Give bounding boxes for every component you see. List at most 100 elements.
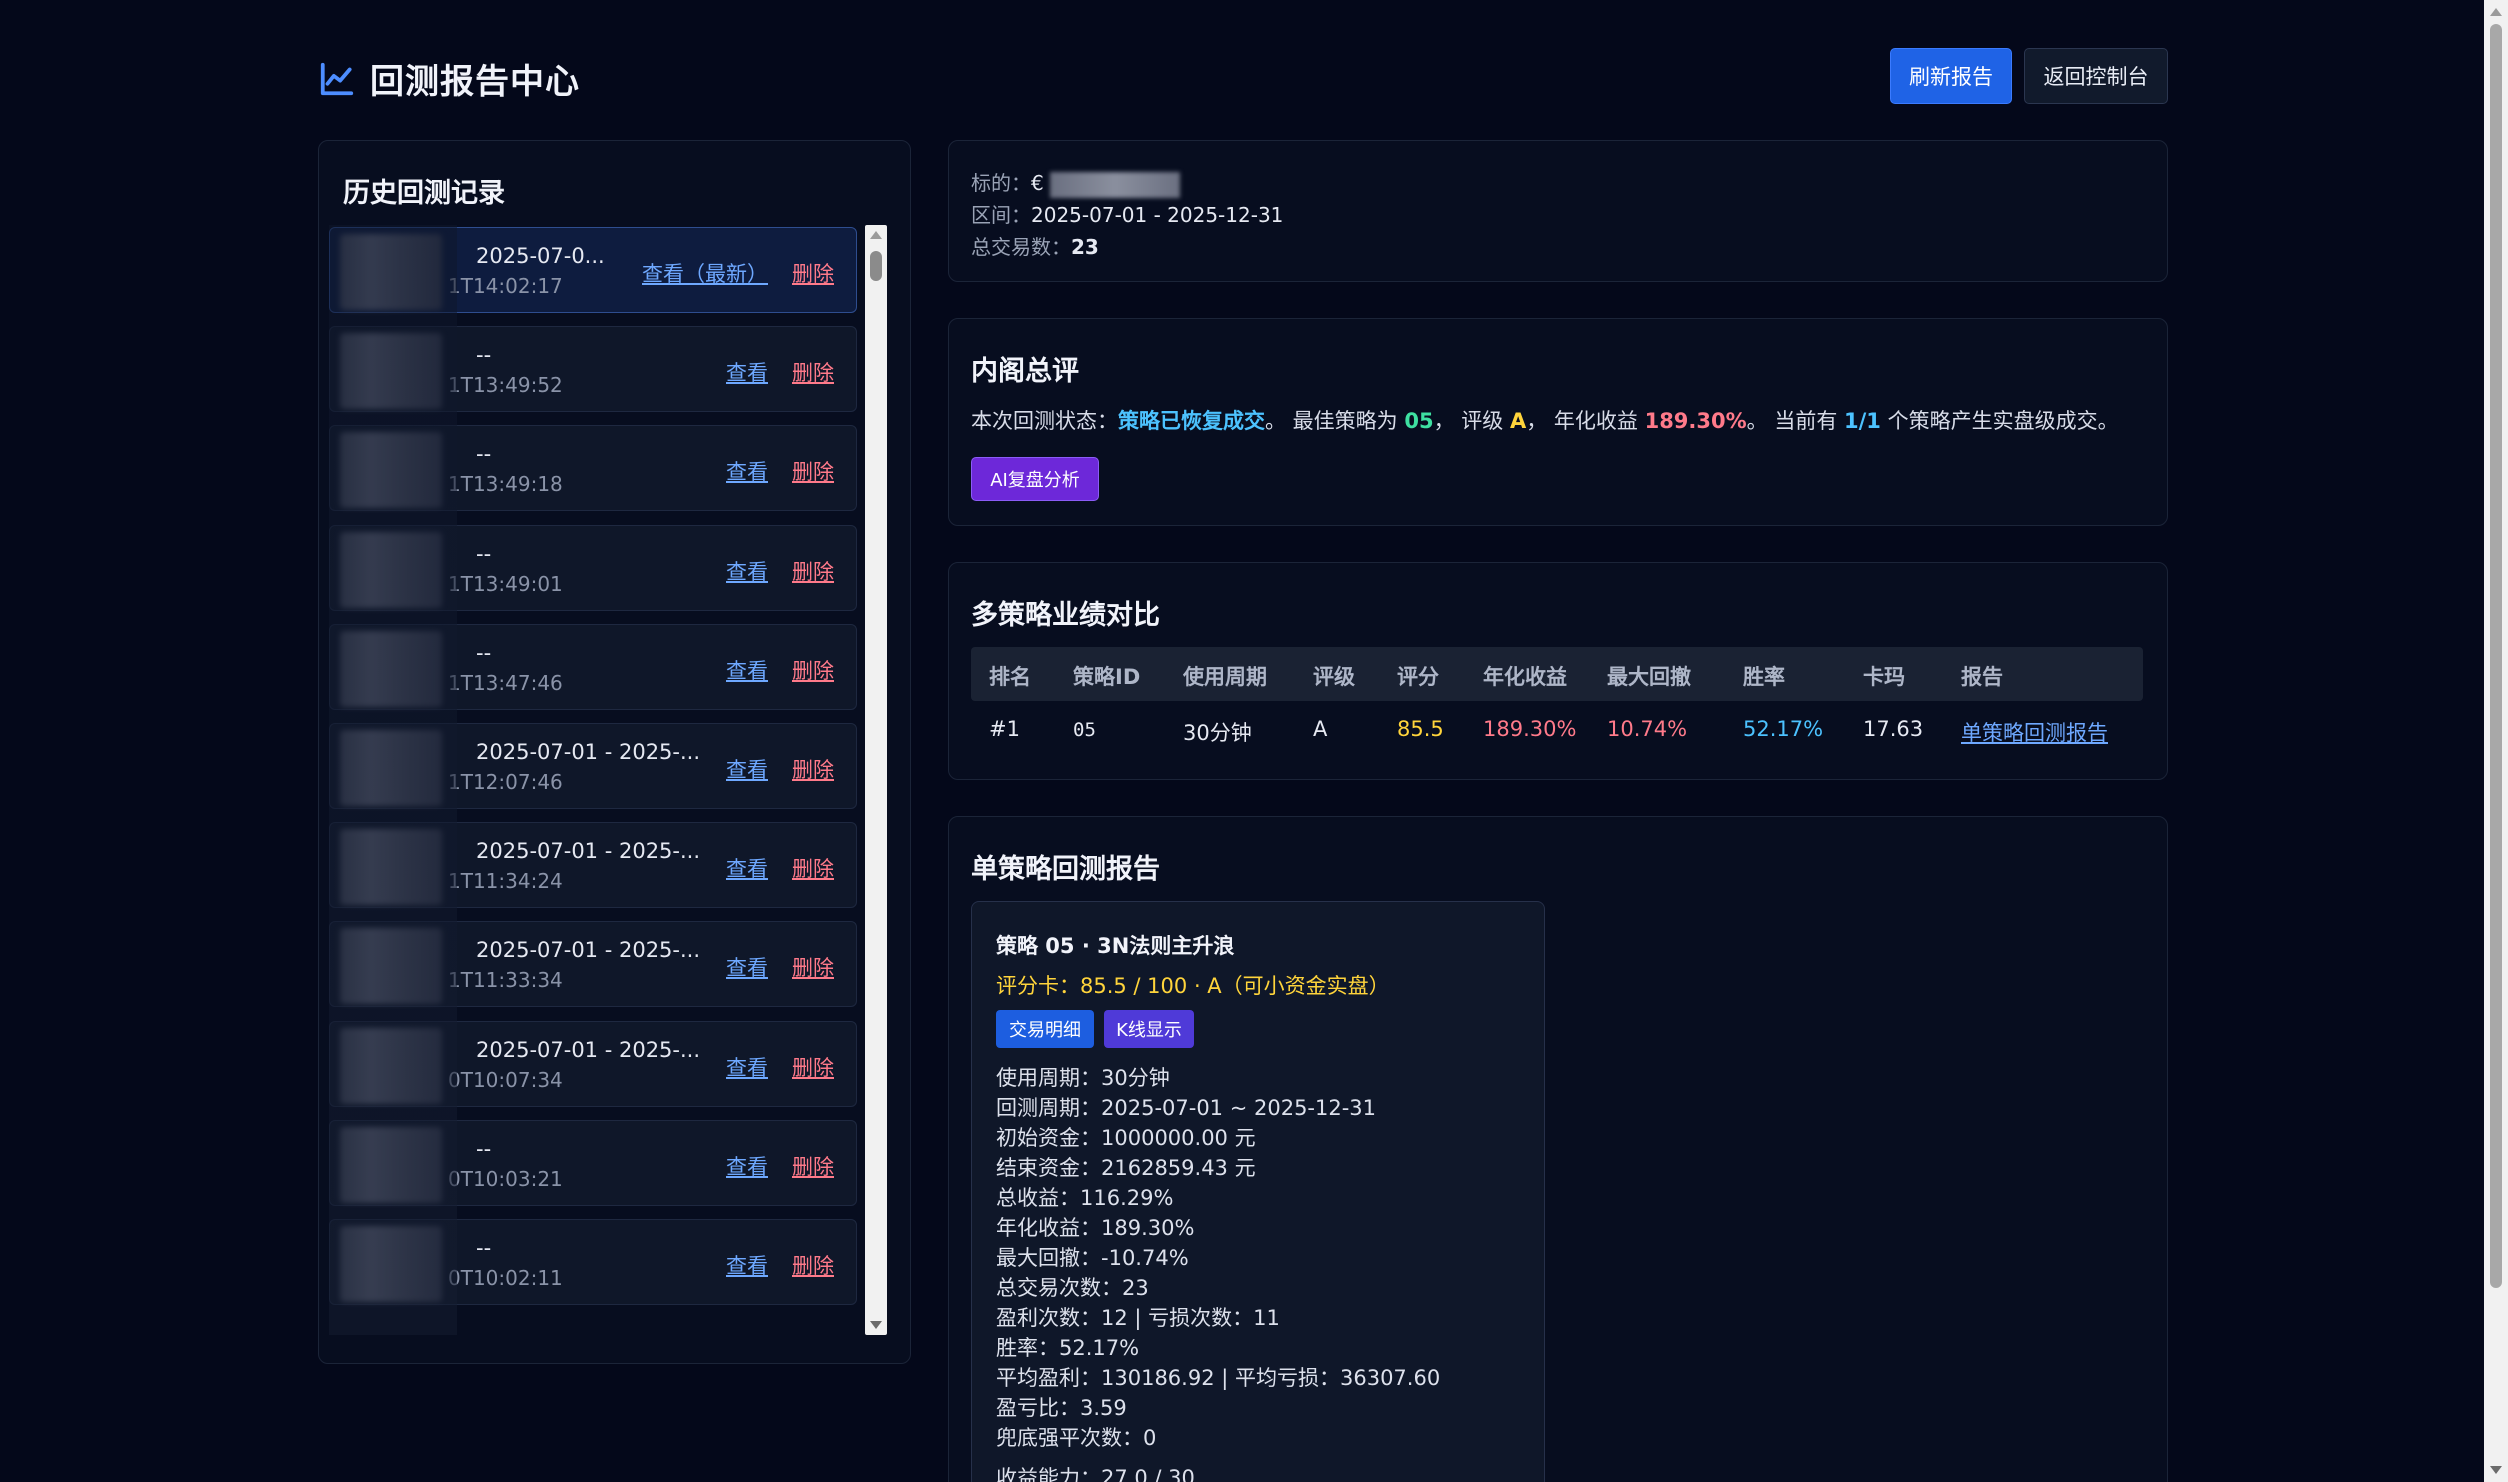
history-item[interactable]: -- 0T10:02:11 查看 删除 bbox=[329, 1219, 857, 1305]
history-item-time: 1T11:33:34 bbox=[448, 968, 563, 993]
redacted-thumbnail bbox=[340, 1226, 442, 1302]
delete-link[interactable]: 删除 bbox=[792, 258, 834, 288]
history-title: 历史回测记录 bbox=[343, 178, 505, 209]
detail-line: 收益能力：27.0 / 30 bbox=[996, 1466, 1195, 1482]
detail-line: 初始资金：1000000.00 元 bbox=[996, 1126, 1256, 1150]
history-panel: 历史回测记录 2025-07-0... 1T14:02:17 查看（最新） 删除 -- 1… bbox=[318, 140, 911, 1364]
redacted-thumbnail bbox=[340, 234, 442, 310]
history-item-time: 1T13:49:18 bbox=[448, 472, 563, 497]
summary-count: 1/1 bbox=[1844, 409, 1881, 433]
td-winrate: 52.17% bbox=[1743, 717, 1824, 741]
refresh-report-button[interactable]: 刷新报告 bbox=[1890, 48, 2012, 104]
history-item-range: 2025-07-01 - 2025-... bbox=[476, 938, 701, 963]
history-item[interactable]: 2025-07-01 - 2025-... 1T11:34:24 查看 删除 bbox=[329, 822, 857, 909]
summary-text: 本次回测状态：策略已恢复成交。 最佳策略为 05， 评级 A， 年化收益 189… bbox=[971, 405, 2119, 435]
delete-link[interactable]: 删除 bbox=[792, 952, 834, 982]
range-row: 区间：2025-07-01 - 2025-12-31 bbox=[971, 199, 1283, 228]
history-item-range: 2025-07-01 - 2025-... bbox=[476, 839, 701, 864]
delete-link[interactable]: 删除 bbox=[792, 1151, 834, 1181]
ai-review-button[interactable]: AI复盘分析 bbox=[971, 457, 1099, 501]
summary-t1: 。 最佳策略为 bbox=[1265, 409, 1405, 433]
page-title: 回测报告中心 bbox=[318, 54, 580, 103]
view-link[interactable]: 查看 bbox=[726, 952, 768, 982]
view-link[interactable]: 查看 bbox=[726, 754, 768, 784]
line-chart-icon bbox=[320, 62, 354, 95]
detail-line: 使用周期：30分钟 bbox=[996, 1066, 1170, 1090]
history-item-range: 2025-07-01 - 2025-... bbox=[476, 740, 701, 764]
redacted-thumbnail bbox=[340, 928, 442, 1005]
history-item[interactable]: 2025-07-01 - 2025-... 1T11:33:34 查看 删除 bbox=[329, 921, 857, 1008]
td-calmar: 17.63 bbox=[1863, 717, 1924, 741]
delete-link[interactable]: 删除 bbox=[792, 357, 834, 387]
view-link[interactable]: 查看 bbox=[726, 357, 768, 387]
history-item-time: 1T13:49:01 bbox=[448, 571, 563, 596]
history-item-range: -- bbox=[476, 541, 492, 566]
view-link[interactable]: 查看 bbox=[726, 1250, 768, 1280]
redacted-thumbnail bbox=[340, 333, 442, 410]
history-list[interactable]: 2025-07-0... 1T14:02:17 查看（最新） 删除 -- 1T13:49:… bbox=[329, 225, 857, 1335]
delete-link[interactable]: 删除 bbox=[792, 1250, 834, 1280]
single-strategy-report-link[interactable]: 单策略回测报告 bbox=[1961, 717, 2108, 747]
scroll-thumb[interactable] bbox=[870, 251, 882, 281]
view-link[interactable]: 查看 bbox=[726, 853, 768, 883]
td-rank: #1 bbox=[989, 717, 1020, 741]
scroll-down-icon[interactable] bbox=[870, 1321, 882, 1329]
view-link[interactable]: 查看 bbox=[726, 456, 768, 486]
trade-details-button[interactable]: 交易明细 bbox=[996, 1010, 1094, 1048]
history-item[interactable]: 2025-07-01 - 2025-... 0T10:07:34 查看 删除 bbox=[329, 1020, 857, 1107]
detail-line: 盈亏比：3.59 bbox=[996, 1396, 1127, 1420]
back-to-console-button[interactable]: 返回控制台 bbox=[2024, 48, 2168, 104]
summary-t2: ， 评级 bbox=[1433, 409, 1510, 433]
history-item[interactable]: -- 0T10:03:21 查看 删除 bbox=[329, 1119, 857, 1206]
history-item-time: 0T10:02:11 bbox=[448, 1266, 563, 1290]
delete-link[interactable]: 删除 bbox=[792, 655, 834, 685]
th-winrate: 胜率 bbox=[1743, 665, 1785, 689]
history-item[interactable]: -- 1T13:49:52 查看 删除 bbox=[329, 326, 857, 413]
window-scroll-up-icon[interactable] bbox=[2490, 8, 2502, 16]
th-rank: 排名 bbox=[989, 665, 1031, 689]
th-calmar: 卡玛 bbox=[1863, 665, 1905, 689]
window-scrollbar[interactable] bbox=[2484, 0, 2508, 1482]
detail-line: 结束资金：2162859.43 元 bbox=[996, 1156, 1256, 1180]
history-item-range: -- bbox=[476, 343, 492, 368]
view-link[interactable]: 查看 bbox=[726, 655, 768, 685]
history-item-time: 1T12:07:46 bbox=[448, 770, 563, 794]
view-link[interactable]: 查看 bbox=[726, 1052, 768, 1082]
history-item[interactable]: -- 1T13:49:01 查看 删除 bbox=[329, 524, 857, 611]
view-link[interactable]: 查看 bbox=[726, 1151, 768, 1181]
page-title-text: 回测报告中心 bbox=[370, 62, 580, 102]
delete-link[interactable]: 删除 bbox=[792, 1052, 834, 1082]
history-item-range: 2025-07-01 - 2025-... bbox=[476, 1037, 701, 1062]
delete-link[interactable]: 删除 bbox=[792, 556, 834, 586]
redacted-thumbnail bbox=[340, 730, 442, 806]
detail-line: 盈利次数：12 | 亏损次数：11 bbox=[996, 1306, 1280, 1330]
view-link[interactable]: 查看 bbox=[726, 556, 768, 586]
comparison-title: 多策略业绩对比 bbox=[971, 600, 1160, 631]
history-item[interactable]: -- 1T13:49:18 查看 删除 bbox=[329, 425, 857, 512]
td-strategy-id: 05 bbox=[1073, 719, 1096, 741]
th-drawdown: 最大回撤 bbox=[1607, 665, 1691, 689]
scroll-up-icon[interactable] bbox=[870, 231, 882, 239]
delete-link[interactable]: 删除 bbox=[792, 754, 834, 784]
history-item-range: 2025-07-0... bbox=[476, 244, 605, 268]
summary-t3: ， 年化收益 bbox=[1526, 409, 1645, 433]
view-link[interactable]: 查看（最新） bbox=[642, 258, 768, 288]
delete-link[interactable]: 删除 bbox=[792, 853, 834, 883]
single-strategy-report-panel: 单策略回测报告 策略 05 · 3N法则主升浪 评分卡：85.5 / 100 ·… bbox=[948, 816, 2168, 1482]
td-score: 85.5 bbox=[1397, 717, 1444, 741]
th-annual: 年化收益 bbox=[1483, 665, 1567, 689]
history-item[interactable]: 2025-07-0... 1T14:02:17 查看（最新） 删除 bbox=[329, 227, 857, 313]
report-title: 单策略回测报告 bbox=[971, 854, 1160, 885]
delete-link[interactable]: 删除 bbox=[792, 456, 834, 486]
kline-display-button[interactable]: K线显示 bbox=[1104, 1010, 1194, 1048]
window-scroll-thumb[interactable] bbox=[2490, 24, 2502, 1288]
history-item[interactable]: -- 1T13:47:46 查看 删除 bbox=[329, 623, 857, 710]
history-item[interactable]: 2025-07-01 - 2025-... 1T12:07:46 查看 删除 bbox=[329, 723, 857, 809]
history-scrollbar[interactable] bbox=[865, 225, 887, 1335]
window-scroll-down-icon[interactable] bbox=[2490, 1466, 2502, 1474]
summary-annual: 189.30% bbox=[1644, 409, 1747, 433]
strategy-score: 评分卡：85.5 / 100 · A（可小资金实盘） bbox=[996, 974, 1390, 998]
detail-line: 总收益：116.29% bbox=[996, 1186, 1174, 1210]
detail-line: 最大回撤：-10.74% bbox=[996, 1246, 1189, 1270]
history-item-time: 1T13:49:52 bbox=[448, 373, 563, 398]
